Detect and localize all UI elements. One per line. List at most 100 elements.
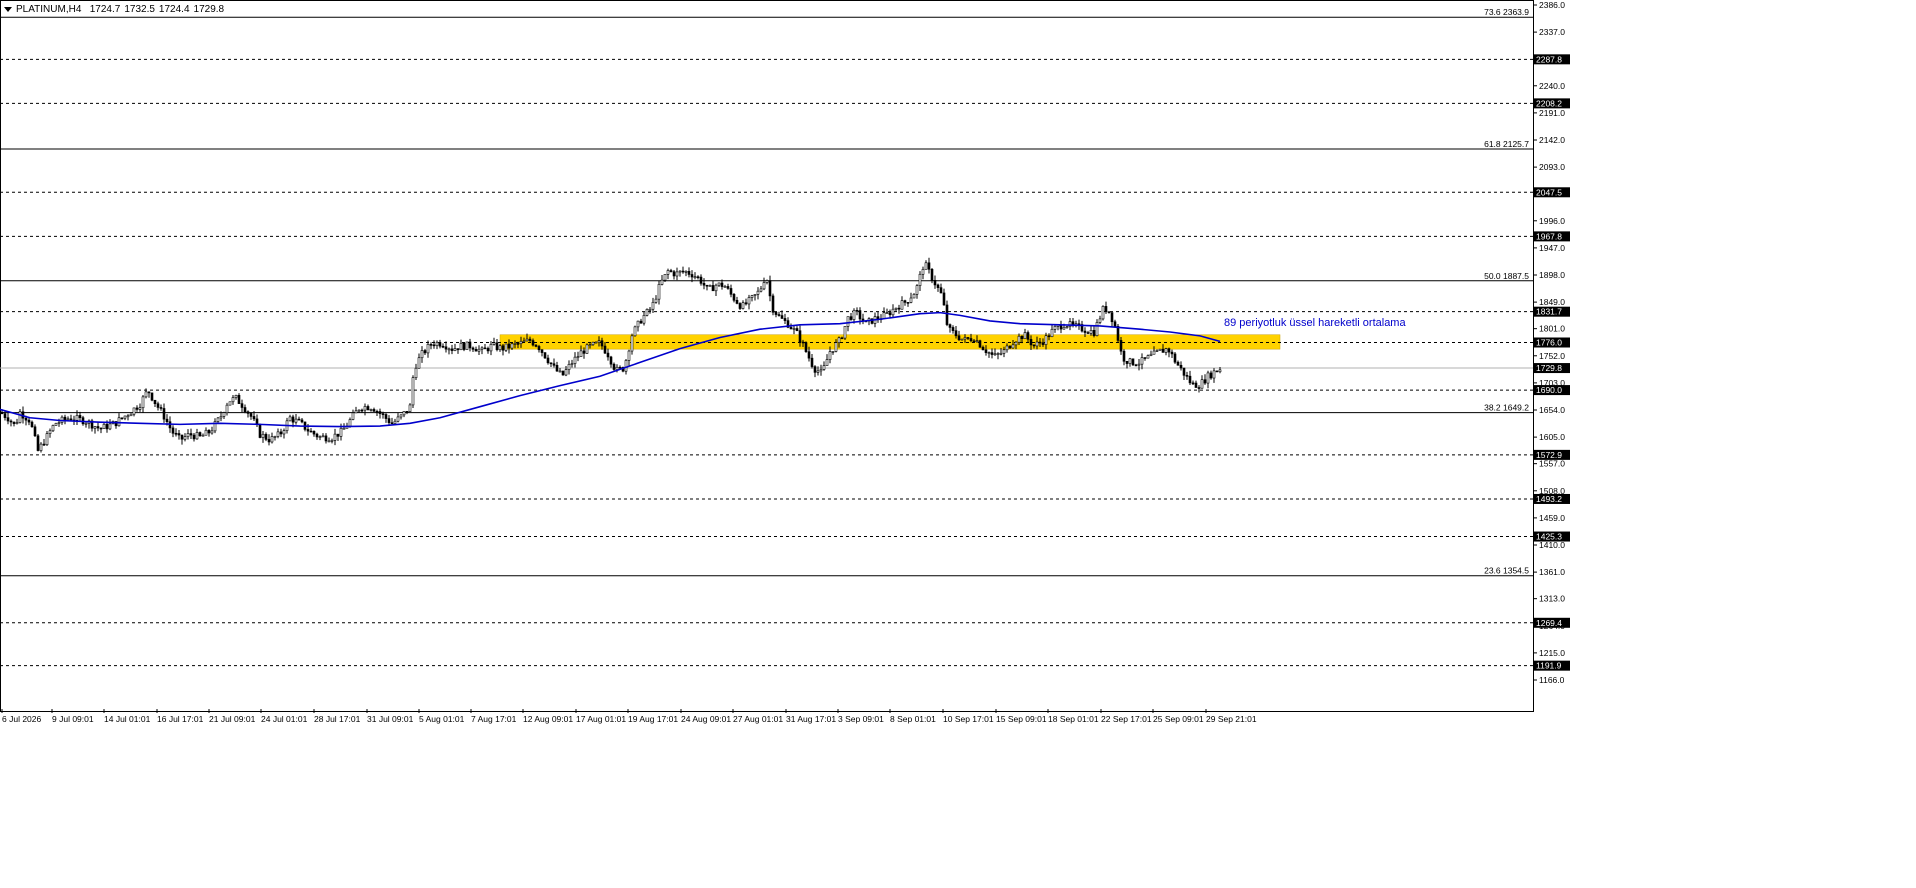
candle-body [381,413,385,415]
candle-body [75,415,79,421]
candle-body [1212,370,1216,379]
candle-body [12,421,16,424]
candle-body [447,348,451,351]
level-price-label: 2047.5 [1536,187,1562,197]
candle-body [675,271,679,277]
candle-body [546,357,550,364]
y-tick-label: 2386.0 [1539,0,1565,10]
candle-body [882,312,886,319]
x-tick-label: 24 Aug 09:01 [681,714,731,724]
candle-body [354,410,358,414]
candle-body [450,348,454,351]
y-tick-label: 1801.0 [1539,324,1565,334]
x-tick-label: 31 Jul 09:01 [367,714,414,724]
candle-body [639,320,643,324]
candle-body [618,366,622,369]
candle-body [696,276,700,279]
candle-body [495,342,499,351]
candle-body [126,415,130,418]
candle-body [939,287,943,294]
y-tick-label: 1752.0 [1539,351,1565,361]
candle-body [1140,357,1144,365]
candle-body [630,335,634,352]
candle-body [537,346,541,351]
candle-body [1092,330,1096,336]
candle-body [837,337,841,343]
candle-body [48,430,52,434]
candle-body [462,342,466,350]
candle-body [162,408,166,420]
candle-body [204,429,208,436]
candle-body [741,302,745,309]
chart-header[interactable]: PLATINUM,H4 1724.7 1732.5 1724.4 1729.8 [4,4,228,15]
candle-body [966,337,970,339]
candle-body [729,288,733,295]
candle-body [1014,341,1018,346]
candle-body [18,411,22,423]
candle-body [507,343,511,349]
candle-body [663,274,667,281]
candle-body [1047,335,1051,338]
candle-body [291,416,295,423]
candle-body [108,423,112,430]
x-tick-label: 8 Sep 01:01 [890,714,936,724]
candle-body [798,330,802,343]
candle-body [1194,382,1198,388]
candle-body [279,431,283,435]
candle-body [1206,372,1210,384]
candle-body [768,280,772,297]
candle-body [372,409,376,412]
candle-body [975,340,979,342]
y-tick-label: 1557.0 [1539,459,1565,469]
candle-body [150,392,154,401]
ema-89-line [0,311,1221,428]
dropdown-triangle-icon[interactable] [4,6,12,12]
level-price-label: 1425.3 [1536,532,1562,542]
candle-body [297,418,301,421]
candle-body [1191,382,1195,385]
chart-canvas[interactable]: 2386.02337.02288.02240.02191.02142.02093… [0,0,1916,888]
candle-body [525,338,529,342]
candle-body [552,363,556,366]
candle-body [897,307,901,310]
candle-body [228,401,232,406]
candle-body [1095,322,1099,336]
candle-body [219,416,223,419]
candle-body [249,413,253,417]
candle-body [510,343,514,349]
candle-body [594,341,598,344]
candle-body [1104,306,1108,312]
candle-body [1161,348,1165,353]
candle-body [3,413,7,418]
candle-body [480,347,484,350]
x-tick-label: 3 Sep 09:01 [838,714,884,724]
candle-body [1185,375,1189,377]
candle-body [501,345,505,351]
candle-body [1086,332,1090,334]
candle-body [444,346,448,350]
candle-body [1203,379,1207,384]
candle-body [36,435,40,451]
candle-body [1008,345,1012,349]
candle-body [744,302,748,305]
candle-body [33,426,37,437]
candle-body [1197,387,1201,389]
candle-body [1020,335,1024,340]
candle-body [687,271,691,275]
candle-body [300,419,304,423]
candle-body [1062,326,1066,330]
y-tick-label: 1898.0 [1539,270,1565,280]
symbol-timeframe: PLATINUM,H4 [16,4,82,15]
candle-body [993,353,997,356]
candle-body [1218,369,1222,373]
candle-body [1179,364,1183,369]
candle-body [411,377,415,406]
candle-body [600,340,604,347]
candle-body [894,307,898,310]
candle-body [399,414,403,418]
y-tick-label: 2093.0 [1539,162,1565,172]
candle-body [273,436,277,438]
candle-body [999,352,1003,355]
candle-body [987,352,991,354]
candle-body [843,326,847,339]
